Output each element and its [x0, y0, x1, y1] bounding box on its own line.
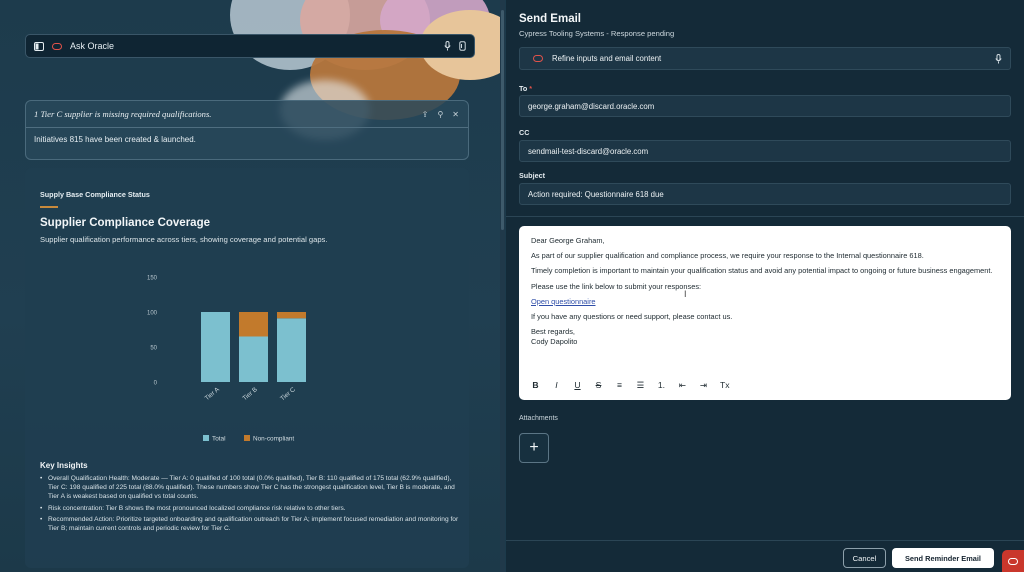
insights-title: Key Insights — [40, 461, 88, 470]
cc-label: CC — [519, 128, 530, 137]
chart-title: Supplier Compliance Coverage — [40, 217, 210, 229]
bar-segment — [239, 312, 268, 337]
insight-item: Overall Qualification Health: Moderate —… — [40, 474, 460, 502]
underline-button[interactable]: U — [573, 380, 582, 390]
notification-body: Initiatives 815 have been created & laun… — [34, 135, 196, 144]
insight-item: Recommended Action: Prioritize targeted … — [40, 515, 460, 533]
outdent-button[interactable]: ⇤ — [678, 380, 687, 390]
attach-clip-icon[interactable] — [459, 41, 466, 51]
clear-format-button[interactable]: Tx — [720, 380, 730, 390]
scrollbar-thumb[interactable] — [501, 10, 504, 230]
body-paragraph: If you have any questions or need suppor… — [531, 312, 733, 322]
body-paragraph: Timely completion is important to mainta… — [531, 266, 993, 276]
to-field[interactable]: george.graham@discard.oracle.com — [519, 95, 1011, 117]
body-signature: Cody Dapolito — [531, 337, 578, 347]
numbered-list-button[interactable]: 1. — [657, 380, 666, 390]
panel-subtitle: Cypress Tooling Systems - Response pendi… — [519, 29, 675, 38]
oracle-logo-icon — [52, 42, 62, 50]
legend-label: Non-compliant — [253, 436, 294, 443]
align-button[interactable]: ≡ — [615, 380, 624, 390]
email-body-editor[interactable]: Dear George Graham, As part of our suppl… — [519, 226, 1011, 400]
insight-item: Risk concentration: Tier B shows the mos… — [40, 504, 460, 513]
body-closing: Best regards, — [531, 327, 575, 337]
send-email-panel: Send Email Cypress Tooling Systems - Res… — [506, 0, 1024, 572]
notification-card: 1 Tier C supplier is missing required qu… — [25, 100, 469, 160]
questionnaire-link[interactable]: Open questionnaire — [531, 297, 596, 306]
microphone-icon[interactable] — [444, 41, 451, 51]
ask-oracle-bar[interactable]: Ask Oracle — [25, 34, 475, 58]
body-greeting: Dear George Graham, — [531, 236, 605, 245]
cc-field[interactable]: sendmail-test-discard@oracle.com — [519, 140, 1011, 162]
required-mark: * — [529, 84, 533, 93]
y-tick-label: 150 — [147, 276, 158, 282]
panel-title: Send Email — [519, 13, 581, 25]
microphone-icon[interactable] — [995, 53, 1002, 64]
bar-segment — [201, 312, 230, 382]
subject-field[interactable]: Action required: Questionnaire 618 due — [519, 183, 1011, 205]
strikethrough-button[interactable]: S — [594, 380, 603, 390]
insights-list: Overall Qualification Health: Moderate —… — [40, 474, 460, 535]
left-panel: Ask Oracle 1 Tier C supplier is missing … — [0, 0, 505, 572]
x-tick-label: Tier A — [204, 386, 222, 402]
attachments-label: Attachments — [519, 415, 558, 422]
send-reminder-button[interactable]: Send Reminder Email — [892, 548, 994, 568]
oracle-assistant-button[interactable] — [1002, 550, 1024, 572]
italic-button[interactable]: I — [552, 380, 561, 390]
body-paragraph: As part of our supplier qualification an… — [531, 251, 924, 261]
bold-button[interactable]: B — [531, 380, 540, 390]
formatting-toolbar: B I U S ≡ ☰ 1. ⇤ ⇥ Tx — [531, 380, 730, 390]
notification-actions: ⇪ ⚲ ✕ — [422, 110, 459, 119]
body-paragraph: Please use the link below to submit your… — [531, 281, 702, 291]
legend-swatch — [244, 435, 250, 441]
cancel-button[interactable]: Cancel — [843, 548, 886, 568]
subject-label: Subject — [519, 171, 545, 180]
legend-label: Total — [212, 436, 226, 443]
text-cursor-icon: I — [684, 289, 687, 299]
y-tick-label: 100 — [147, 311, 158, 317]
section-label: Supply Base Compliance Status — [40, 190, 150, 199]
oracle-logo-icon — [533, 55, 543, 62]
pin-icon[interactable]: ⚲ — [437, 110, 443, 119]
compliance-card: Supply Base Compliance Status Supplier C… — [25, 168, 469, 568]
bar-segment — [277, 312, 306, 319]
panel-toggle-icon[interactable] — [34, 41, 44, 51]
indent-button[interactable]: ⇥ — [699, 380, 708, 390]
divider — [506, 216, 1024, 217]
chart-subtitle: Supplier qualification performance acros… — [40, 235, 328, 244]
refine-input-text[interactable]: Refine inputs and email content — [552, 54, 661, 63]
compliance-bar-chart: 0 50 100 150 Tier A Tier B Tier C Total Non-comp… — [147, 276, 306, 443]
notification-title: 1 Tier C supplier is missing required qu… — [34, 109, 212, 119]
close-icon[interactable]: ✕ — [452, 110, 459, 119]
oracle-logo-icon — [1008, 557, 1018, 565]
add-attachment-button[interactable]: + — [519, 433, 549, 463]
ask-oracle-input[interactable]: Ask Oracle — [70, 41, 114, 51]
to-label: To * — [519, 84, 533, 93]
x-tick-label: Tier B — [241, 386, 258, 402]
x-tick-label: Tier C — [279, 386, 297, 403]
refine-input[interactable]: Refine inputs and email content — [519, 47, 1011, 70]
left-scrollbar[interactable] — [500, 0, 505, 572]
divider — [506, 540, 1024, 541]
share-icon[interactable]: ⇪ — [422, 110, 429, 119]
y-tick-label: 0 — [154, 381, 158, 387]
bar-segment — [277, 318, 306, 382]
legend-swatch — [203, 435, 209, 441]
y-tick-label: 50 — [150, 346, 157, 352]
section-underline — [40, 206, 58, 208]
bar-segment — [239, 336, 268, 382]
bullet-list-button[interactable]: ☰ — [636, 380, 645, 390]
divider — [26, 127, 468, 128]
